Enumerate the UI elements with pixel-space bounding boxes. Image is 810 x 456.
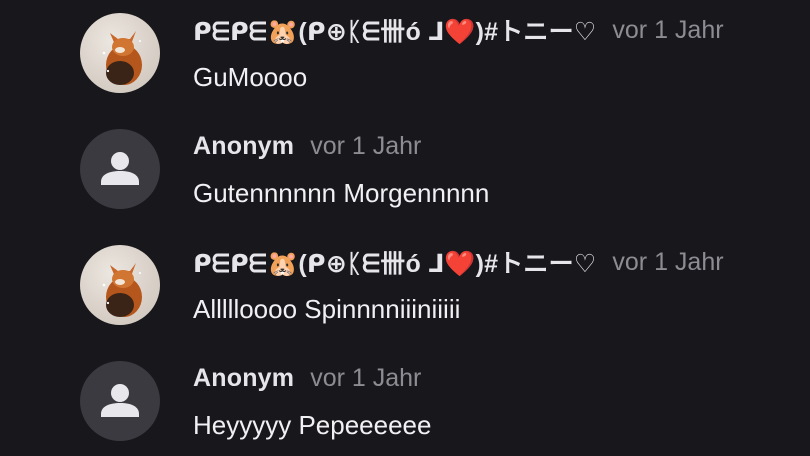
comment-header: ᑭᗴᑭᗴ🐹(ᑭ⊕ᛕᗴ卌ó ⅃❤️)#トニー♡ vor 1 Jahr — [193, 244, 724, 280]
comment-header: ᑭᗴᑭᗴ🐹(ᑭ⊕ᛕᗴ卌ó ⅃❤️)#トニー♡ vor 1 Jahr — [193, 12, 724, 48]
comment-header: Anonym vor 1 Jahr — [193, 362, 421, 394]
comment-text: Gutennnnnn Morgennnnn — [193, 178, 490, 208]
anonymous-avatar[interactable] — [80, 361, 160, 441]
fox-photo-avatar[interactable] — [80, 245, 160, 325]
person-icon — [101, 152, 139, 185]
comment-timestamp: vor 1 Jahr — [310, 131, 422, 160]
comment-author[interactable]: ᑭᗴᑭᗴ🐹(ᑭ⊕ᛕᗴ卌ó ⅃❤️)#トニー♡ — [193, 244, 596, 280]
comment-text: Heyyyyy Pepeeeeee — [193, 410, 432, 440]
comment-text: GuMoooo — [193, 62, 308, 92]
comment-timestamp: vor 1 Jahr — [310, 363, 422, 392]
fox-photo-avatar[interactable] — [80, 13, 160, 93]
person-icon — [101, 384, 139, 417]
comment-timestamp: vor 1 Jahr — [612, 15, 724, 44]
anonymous-avatar[interactable] — [80, 129, 160, 209]
comment-item: ᑭᗴᑭᗴ🐹(ᑭ⊕ᛕᗴ卌ó ⅃❤️)#トニー♡ vor 1 Jahr Alllll… — [0, 232, 810, 348]
comment-item: Anonym vor 1 Jahr Gutennnnnn Morgennnnn — [0, 116, 810, 232]
comment-author[interactable]: ᑭᗴᑭᗴ🐹(ᑭ⊕ᛕᗴ卌ó ⅃❤️)#トニー♡ — [193, 12, 596, 48]
comment-author[interactable]: Anonym — [193, 132, 294, 161]
comment-author[interactable]: Anonym — [193, 364, 294, 393]
comment-item: ᑭᗴᑭᗴ🐹(ᑭ⊕ᛕᗴ卌ó ⅃❤️)#トニー♡ vor 1 Jahr GuMooo… — [0, 0, 810, 116]
comment-item: Anonym vor 1 Jahr Heyyyyy Pepeeeeee — [0, 348, 810, 456]
comment-header: Anonym vor 1 Jahr — [193, 130, 421, 162]
comment-timestamp: vor 1 Jahr — [612, 247, 724, 276]
comment-list: ᑭᗴᑭᗴ🐹(ᑭ⊕ᛕᗴ卌ó ⅃❤️)#トニー♡ vor 1 Jahr GuMooo… — [0, 0, 810, 456]
comment-text: Allllloooo Spinnnniiiniiiii — [193, 294, 461, 324]
